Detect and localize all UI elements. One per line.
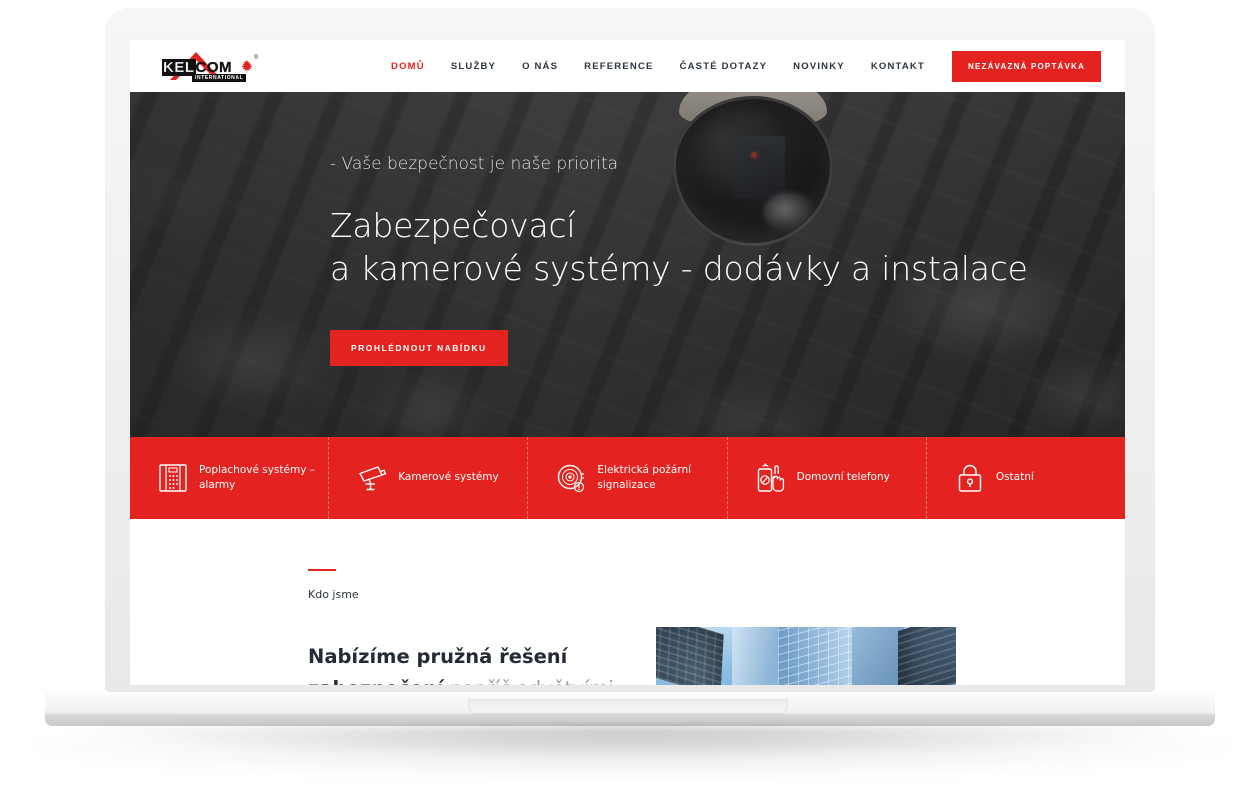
- cctv-camera-icon: [359, 466, 387, 491]
- laptop-base-lip: [45, 714, 1215, 726]
- laptop-screen: KELCOM INTERNATIONAL ® DOMŮ SLUŽBY O NÁS…: [130, 40, 1125, 685]
- nav-item-kontakt[interactable]: KONTAKT: [858, 61, 938, 72]
- services-strip: Poplachové systémy – alarmy Kamerové sys…: [130, 437, 1125, 519]
- main-navigation: DOMŮ SLUŽBY O NÁS REFERENCE ČASTÉ DOTAZY…: [378, 50, 1101, 82]
- service-item-cctv[interactable]: Kamerové systémy: [329, 437, 529, 519]
- service-item-fire[interactable]: Elektrická požární signalizace: [528, 437, 728, 519]
- about-text-column: Kdo jsme Nabízíme pružná řešení zabezpeče…: [308, 569, 638, 685]
- service-item-other[interactable]: Ostatní: [927, 437, 1125, 519]
- building-left-windows: [656, 627, 724, 685]
- registered-mark: ®: [254, 55, 259, 61]
- service-item-alarms[interactable]: Poplachové systémy – alarmy: [130, 437, 330, 519]
- nav-item-novinky[interactable]: NOVINKY: [780, 61, 858, 72]
- service-item-intercom[interactable]: Domovní telefony: [728, 437, 927, 519]
- hero-kicker: - Vaše bezpečnost je naše priorita: [330, 154, 619, 174]
- about-photo: [656, 627, 956, 685]
- maple-leaf-icon: [241, 60, 253, 74]
- building-right-windows: [898, 627, 956, 685]
- padlock-icon: [958, 464, 982, 492]
- logo-subtext: INTERNATIONAL: [192, 74, 247, 82]
- intercom-phone-icon: [757, 463, 784, 492]
- nav-item-reference[interactable]: REFERENCE: [571, 61, 666, 72]
- hero-offer-button[interactable]: PROHLÉDNOUT NABÍDKU: [330, 330, 508, 367]
- laptop-base-notch: [468, 699, 788, 714]
- service-label-cctv: Kamerové systémy: [398, 471, 499, 484]
- fire-alarm-siren-icon: [558, 464, 585, 493]
- alarm-keypad-icon: [159, 464, 187, 492]
- section-divider-rule: [308, 569, 336, 571]
- nav-item-o-nas[interactable]: O NÁS: [509, 61, 571, 72]
- service-label-intercom: Domovní telefony: [796, 471, 890, 484]
- laptop-mockup: KELCOM INTERNATIONAL ® DOMŮ SLUŽBY O NÁS…: [0, 0, 1260, 791]
- nav-item-caste-dotazy[interactable]: ČASTÉ DOTAZY: [667, 61, 781, 72]
- service-label-alarms: Poplachové systémy – alarmy: [199, 463, 316, 491]
- about-section: Kdo jsme Nabízíme pružná řešení zabezpeče…: [130, 519, 1125, 685]
- site-header: KELCOM INTERNATIONAL ® DOMŮ SLUŽBY O NÁS…: [130, 40, 1125, 92]
- logo-kel-text: KEL: [162, 59, 196, 76]
- service-label-other: Ostatní: [995, 471, 1034, 484]
- nav-item-domu[interactable]: DOMŮ: [378, 61, 438, 72]
- about-heading-bold-line2: zabezpečení: [308, 677, 444, 685]
- building-mid-right: [852, 627, 904, 685]
- hero-section: - Vaše bezpečnost je naše priorita Zabez…: [130, 92, 1125, 437]
- hero-title: Zabezpečovací a kamerové systémy - dodáv…: [330, 206, 1028, 289]
- service-label-fire: Elektrická požární signalizace: [597, 463, 692, 491]
- about-heading: Nabízíme pružná řešenízabezpečení napříč…: [308, 641, 638, 685]
- inquiry-cta-button[interactable]: NEZÁVAZNÁ POPTÁVKA: [951, 50, 1101, 82]
- nav-item-sluzby[interactable]: SLUŽBY: [438, 61, 509, 72]
- laptop-base-shadow: [60, 726, 1200, 756]
- brand-logo[interactable]: KELCOM INTERNATIONAL ®: [156, 49, 276, 83]
- about-eyebrow: Kdo jsme: [308, 588, 359, 601]
- building-center-windows: [778, 627, 856, 685]
- about-heading-bold-line1: Nabízíme pružná řešení: [308, 645, 568, 668]
- hero-content: - Vaše bezpečnost je naše priorita Zabez…: [130, 92, 1125, 367]
